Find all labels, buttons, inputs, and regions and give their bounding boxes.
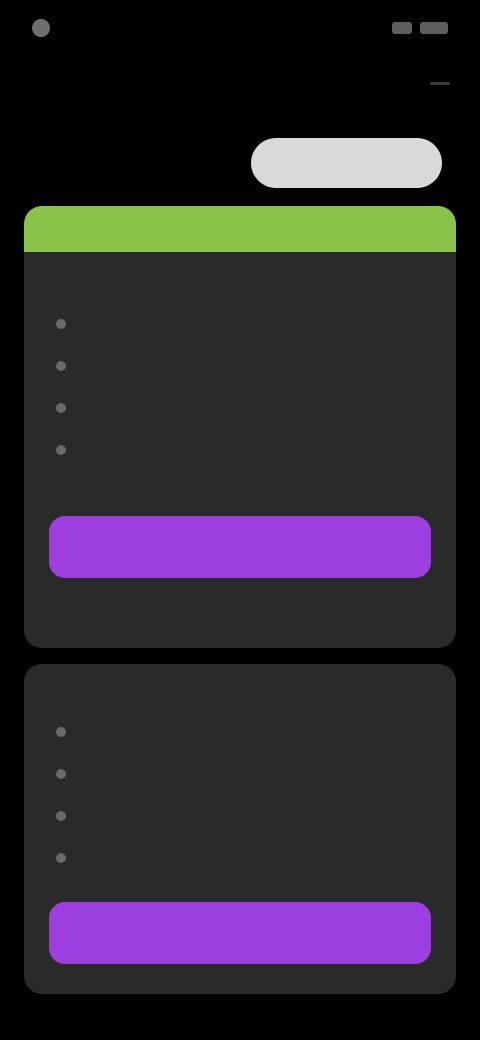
check-icon [56,769,66,779]
tab-option-1[interactable] [40,138,231,188]
subscribe-button[interactable] [49,902,431,964]
check-icon [56,319,66,329]
check-icon [56,361,66,371]
feature-item [56,838,430,880]
feature-item [56,304,430,346]
check-icon [56,853,66,863]
feature-item [56,346,430,388]
check-icon [56,811,66,821]
status-bar [0,0,480,56]
feature-item [56,754,430,796]
menu-icon[interactable] [430,74,454,94]
subscribe-button[interactable] [49,516,431,578]
plan-period-toggle [40,138,442,188]
wifi-icon [392,22,412,34]
fine-print [60,480,430,504]
status-icons [392,22,448,34]
signal-dot-icon [32,19,50,37]
plan-card-featured [24,206,456,648]
feature-item [56,712,430,754]
plan-header [24,252,456,280]
feature-item [56,388,430,430]
feature-list [24,692,456,880]
feature-item [56,796,430,838]
feature-item [56,430,430,472]
battery-icon [420,22,448,34]
check-icon [56,727,66,737]
plan-header [24,664,456,692]
tab-option-2[interactable] [251,138,442,188]
promo-banner [24,206,456,252]
header [0,60,480,108]
status-left [32,19,58,37]
check-icon [56,445,66,455]
plan-card-standard [24,664,456,994]
feature-list [24,280,456,472]
check-icon [56,403,66,413]
